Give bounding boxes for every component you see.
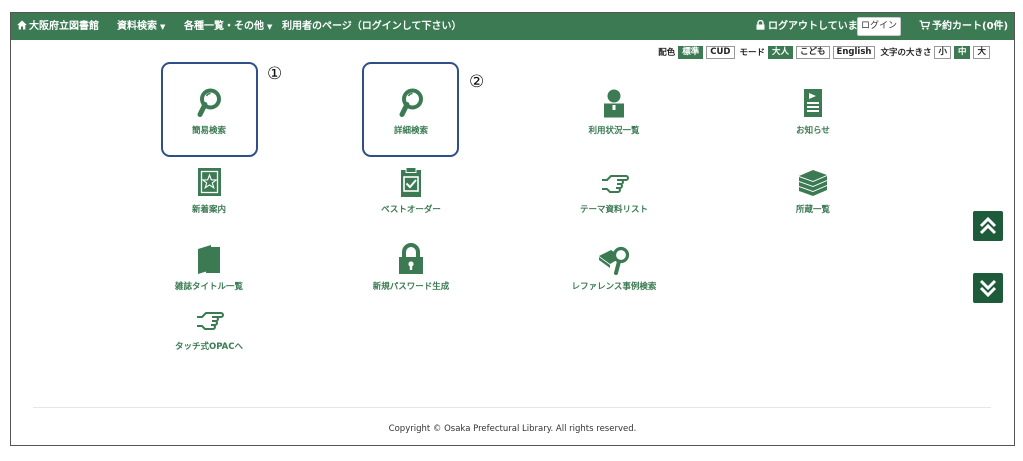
mode-option-english[interactable]: English bbox=[832, 45, 876, 59]
magnifier-icon bbox=[197, 88, 221, 117]
nav-home-label: 大阪府立図書館 bbox=[29, 21, 99, 32]
menu-best-order-label: ベストオーダー bbox=[381, 205, 441, 215]
mode-option-kids[interactable]: こども bbox=[796, 45, 830, 59]
font-size-medium[interactable]: 中 bbox=[953, 45, 971, 59]
cart-icon bbox=[919, 20, 931, 30]
logout-status: ログアウトしています bbox=[756, 13, 868, 40]
logout-status-label: ログアウトしています bbox=[768, 21, 868, 32]
menu-usage-status[interactable]: 利用状況一覧 bbox=[544, 87, 684, 136]
menu-theme-list-label: テーマ資料リスト bbox=[579, 205, 648, 215]
book-magnifier-icon bbox=[599, 246, 630, 275]
menu-simple-search[interactable]: 簡易検索 bbox=[139, 87, 279, 136]
footer-copyright: Copyright © Osaka Prefectural Library. A… bbox=[388, 424, 637, 434]
font-size-large[interactable]: 大 bbox=[973, 45, 990, 59]
menu-usage-status-label: 利用状況一覧 bbox=[588, 126, 640, 136]
nav-lists-menu[interactable]: 各種一覧・その他 ▼ bbox=[184, 13, 272, 40]
menu-reference-search[interactable]: レファレンス事例検索 bbox=[544, 243, 684, 292]
menu-detail-search[interactable]: 詳細検索 bbox=[341, 87, 481, 136]
menu-holdings-label: 所蔵一覧 bbox=[795, 205, 830, 215]
book-stack-icon bbox=[799, 170, 827, 196]
caret-down-icon: ▼ bbox=[267, 23, 273, 31]
menu-simple-search-label: 簡易検索 bbox=[191, 126, 226, 136]
person-icon bbox=[604, 89, 624, 118]
caret-down-icon: ▼ bbox=[160, 23, 166, 31]
color-option-cud[interactable]: CUD bbox=[706, 45, 735, 59]
menu-touch-opac[interactable]: タッチ式OPACへ bbox=[139, 303, 279, 352]
menu-new-password-label: 新規パスワード生成 bbox=[372, 282, 450, 292]
menu-best-order[interactable]: ベストオーダー bbox=[341, 166, 481, 215]
menu-detail-search-label: 詳細検索 bbox=[393, 126, 428, 136]
clipboard-check-icon bbox=[401, 167, 421, 197]
menu-theme-list[interactable]: テーマ資料リスト bbox=[544, 166, 684, 215]
font-size-label: 文字の大きさ bbox=[880, 48, 932, 58]
mode-label: モード bbox=[739, 48, 766, 58]
nav-search-menu[interactable]: 資料検索 ▼ bbox=[117, 13, 165, 40]
color-option-standard[interactable]: 標準 bbox=[678, 45, 704, 59]
menu-magazine-titles-label: 雑誌タイトル一覧 bbox=[174, 282, 243, 292]
magazine-icon bbox=[198, 245, 220, 274]
double-chevron-up-icon bbox=[979, 216, 997, 235]
cart-link[interactable]: 予約カート(0件) bbox=[919, 13, 1008, 40]
home-icon bbox=[17, 20, 27, 30]
menu-notices[interactable]: お知らせ bbox=[743, 87, 883, 136]
cart-label: 予約カート(0件) bbox=[932, 21, 1009, 32]
magnifier-icon bbox=[399, 88, 423, 117]
menu-reference-search-label: レファレンス事例検索 bbox=[571, 282, 657, 292]
lock-icon bbox=[756, 19, 765, 30]
app-frame: 大阪府立図書館 資料検索 ▼ 各種一覧・その他 ▼ 利用者のページ（ログインして下さ… bbox=[10, 12, 1015, 446]
double-chevron-down-icon bbox=[979, 279, 997, 298]
menu-magazine-titles[interactable]: 雑誌タイトル一覧 bbox=[139, 243, 279, 292]
scroll-up-button[interactable] bbox=[973, 211, 1003, 241]
font-size-small[interactable]: 小 bbox=[934, 45, 951, 59]
pointing-hand-icon bbox=[602, 175, 629, 193]
menu-touch-opac-label: タッチ式OPACへ bbox=[175, 342, 243, 352]
menu-holdings[interactable]: 所蔵一覧 bbox=[743, 166, 883, 215]
padlock-icon bbox=[399, 243, 423, 274]
nav-user-page-link[interactable]: 利用者のページ（ログインして下さい） bbox=[282, 13, 462, 40]
pointing-hand-icon bbox=[197, 312, 224, 330]
mode-option-adult[interactable]: 大人 bbox=[768, 45, 794, 59]
nav-lists-label: 各種一覧・その他 bbox=[184, 21, 264, 32]
menu-new-arrivals-label: 新着案内 bbox=[191, 205, 226, 215]
menu-new-arrivals[interactable]: 新着案内 bbox=[139, 166, 279, 215]
top-navbar: 大阪府立図書館 資料検索 ▼ 各種一覧・その他 ▼ 利用者のページ（ログインして下さ… bbox=[11, 13, 1014, 40]
color-scheme-label: 配色 bbox=[658, 48, 676, 58]
nav-home-link[interactable]: 大阪府立図書館 bbox=[17, 13, 99, 40]
footer-divider bbox=[33, 407, 991, 408]
nav-search-label: 資料検索 bbox=[117, 21, 157, 32]
menu-notices-label: お知らせ bbox=[796, 126, 830, 136]
star-book-icon bbox=[198, 168, 221, 196]
login-button[interactable]: ログイン bbox=[857, 17, 901, 36]
scroll-down-button[interactable] bbox=[973, 273, 1003, 303]
notice-document-icon bbox=[804, 89, 822, 117]
display-settings: 配色 標準 CUD モード 大人 こども English 文字の大きさ 小 中 … bbox=[658, 45, 990, 59]
annotation-number-one: ① bbox=[267, 64, 283, 84]
menu-new-password[interactable]: 新規パスワード生成 bbox=[341, 243, 481, 292]
nav-user-page-label: 利用者のページ（ログインして下さい） bbox=[282, 21, 462, 32]
